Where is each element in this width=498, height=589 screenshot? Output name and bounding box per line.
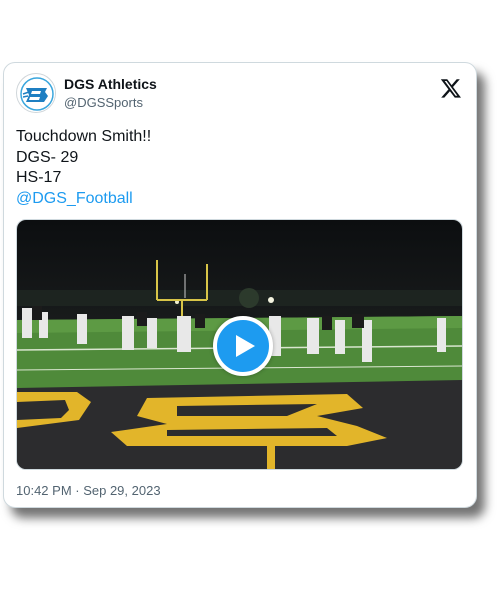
tweet-text: Touchdown Smith!! DGS- 29 HS-17 @DGS_Foo… [16, 127, 151, 209]
avatar[interactable] [16, 73, 56, 113]
tweet-line: Touchdown Smith!! [16, 128, 152, 145]
tweet-line: HS-17 [16, 169, 62, 186]
display-name[interactable]: DGS Athletics [64, 75, 157, 93]
account-names: DGS Athletics @DGSSports [64, 75, 157, 112]
tweet-timestamp[interactable]: 10:42 PM · Sep 29, 2023 [16, 483, 161, 498]
tweet-card[interactable]: DGS Athletics @DGSSports Touchdown Smith… [3, 62, 477, 508]
play-button[interactable] [213, 316, 273, 376]
x-logo-icon[interactable] [440, 77, 462, 99]
dgs-logo-icon [18, 75, 55, 112]
account-handle[interactable]: @DGSSports [64, 94, 157, 112]
mention-link[interactable]: @DGS_Football [16, 189, 151, 210]
tweet-line: DGS- 29 [16, 148, 79, 166]
tweet-header: DGS Athletics @DGSSports [16, 73, 464, 115]
video-player[interactable] [16, 219, 463, 470]
play-icon [236, 335, 255, 357]
